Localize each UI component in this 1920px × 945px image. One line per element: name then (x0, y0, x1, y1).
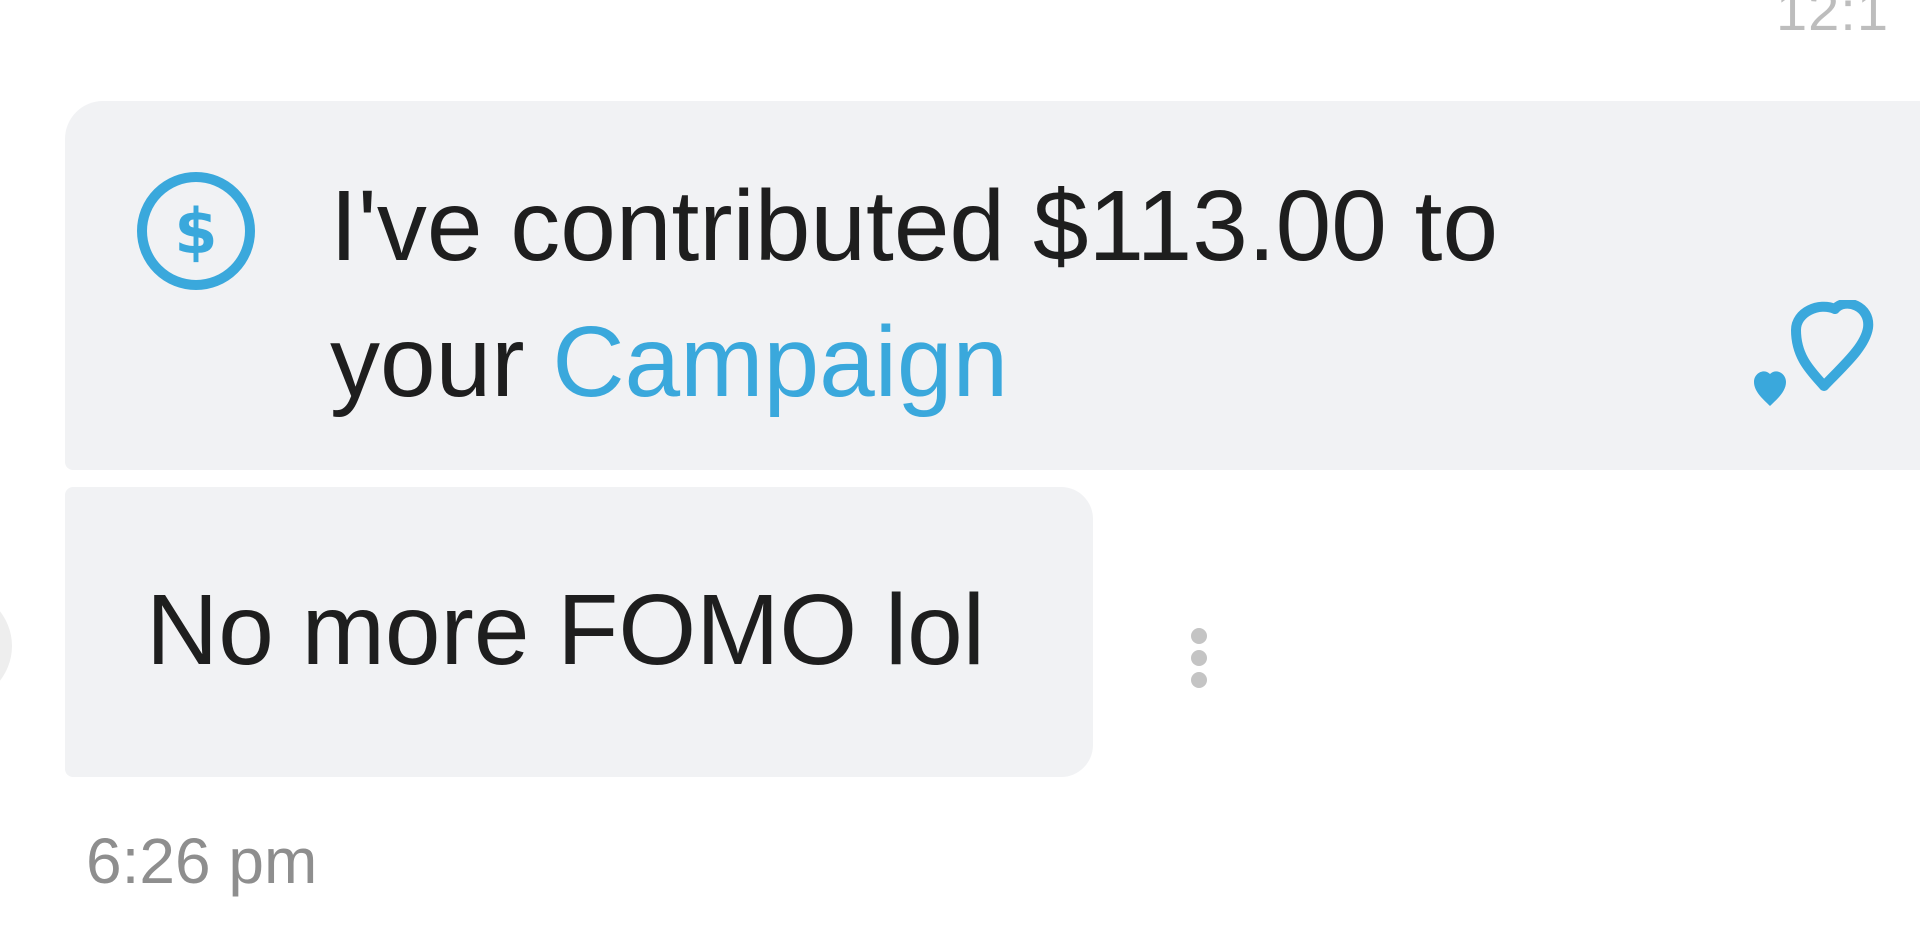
message-timestamp-top: 12:1 (1776, 0, 1889, 42)
svg-text:$: $ (174, 195, 217, 268)
contribution-text: I've contributed $113.00 to your Campaig… (330, 158, 1630, 430)
double-heart-icon[interactable] (1734, 300, 1874, 412)
chat-thread: 12:1 $ I've contributed $113.00 to your … (0, 0, 1920, 945)
message-timestamp: 6:26 pm (86, 825, 318, 897)
more-vertical-icon[interactable] (1184, 624, 1214, 704)
message-text: No more FOMO lol (146, 574, 986, 686)
avatar (0, 590, 12, 702)
dollar-circle-icon: $ (137, 172, 255, 290)
campaign-link[interactable]: Campaign (552, 306, 1008, 418)
